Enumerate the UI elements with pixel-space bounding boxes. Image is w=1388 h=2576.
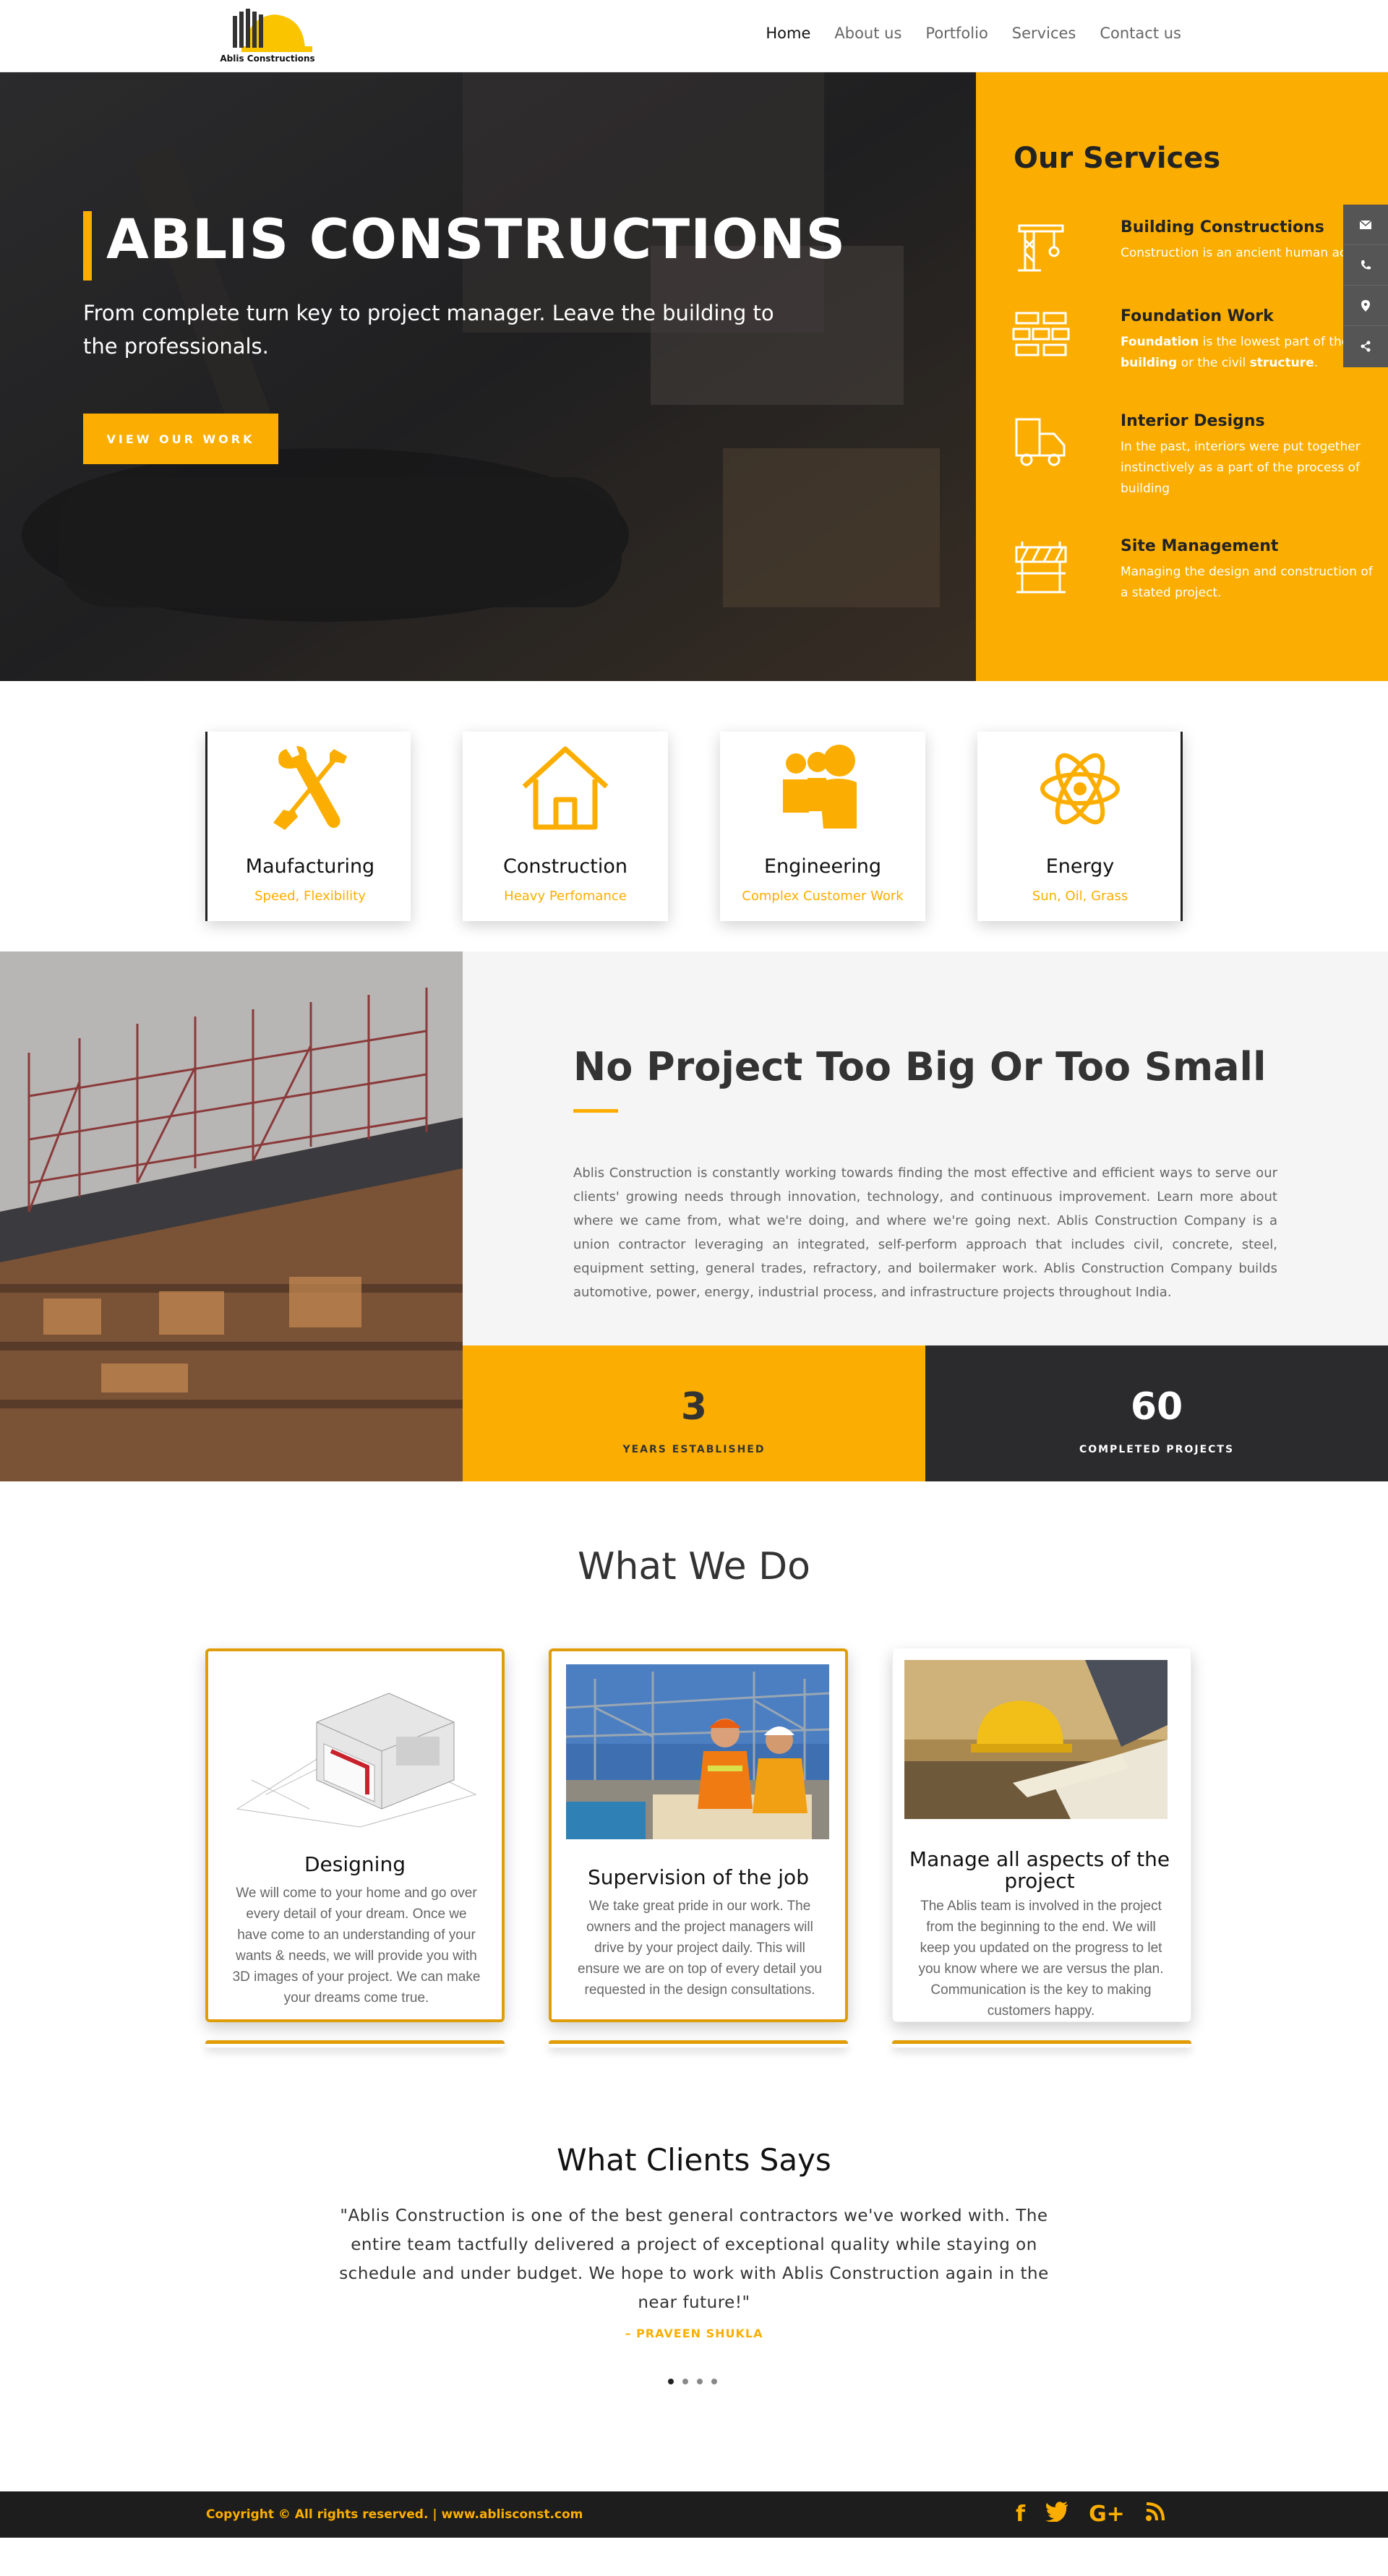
feature-card-construction[interactable]: Construction Heavy Perfomance xyxy=(463,732,668,921)
floating-contact-tabs xyxy=(1343,205,1388,367)
service-name: Building Constructions xyxy=(1121,218,1324,236)
map-pin-icon[interactable] xyxy=(1343,286,1388,326)
service-name: Foundation Work xyxy=(1121,307,1274,325)
hero-title: ABLIS CONSTRUCTIONS xyxy=(106,207,847,271)
feature-card-manufacturing[interactable]: Maufacturing Speed, Flexibility xyxy=(205,732,411,921)
twitter-icon[interactable] xyxy=(1045,2502,1068,2528)
about-title: No Project Too Big Or Too Small xyxy=(573,1044,1267,1090)
feature-card-energy[interactable]: Energy Sun, Oil, Grass xyxy=(977,732,1183,921)
card-title: Manage all aspects of the project xyxy=(909,1847,1170,1893)
card-shadow-strip xyxy=(892,2040,1191,2047)
stat-number: 60 xyxy=(1130,1385,1183,1429)
feature-title: Energy xyxy=(1045,855,1115,878)
service-desc: Foundation is the lowest part of the bui… xyxy=(1121,335,1350,370)
what-we-do-title: What We Do xyxy=(578,1545,810,1588)
feature-title: Maufacturing xyxy=(245,855,375,878)
rss-icon[interactable] xyxy=(1145,2502,1165,2528)
feature-title: Construction xyxy=(503,855,627,878)
main-nav: Home About us Portfolio Services Contact… xyxy=(766,25,1181,42)
card-designing[interactable]: Designing We will come to your home and … xyxy=(205,1648,505,2022)
stat-completed-projects: 60 COMPLETED PROJECTS xyxy=(925,1345,1388,1481)
envelope-icon[interactable] xyxy=(1343,205,1388,245)
services-title: Our Services xyxy=(1014,142,1221,175)
house-icon xyxy=(522,746,609,830)
testimonial-author: – PRAVEEN SHUKLA xyxy=(625,2327,763,2340)
testimonial-pagination xyxy=(668,2379,717,2384)
engineers-on-site-image xyxy=(566,1664,829,1839)
facebook-icon[interactable]: f xyxy=(1016,2502,1025,2528)
feature-subtitle: Sun, Oil, Grass xyxy=(1032,889,1128,904)
copyright-text: Copyright © All rights reserved. | www.a… xyxy=(206,2507,583,2522)
house-3d-design-image xyxy=(223,1664,486,1828)
stat-label: COMPLETED PROJECTS xyxy=(1079,1444,1235,1455)
service-name: Site Management xyxy=(1121,537,1279,555)
nav-portfolio[interactable]: Portfolio xyxy=(925,25,988,42)
card-shadow-strip xyxy=(205,2040,505,2047)
pagination-dot[interactable] xyxy=(711,2379,717,2384)
service-desc: In the past, interiors were put together… xyxy=(1121,440,1361,496)
stat-years-established: 3 YEARS ESTABLISHED xyxy=(463,1345,925,1481)
feature-subtitle: Speed, Flexibility xyxy=(254,889,366,904)
google-plus-icon[interactable]: G+ xyxy=(1089,2502,1125,2528)
site-footer: Copyright © All rights reserved. | www.a… xyxy=(0,2491,1388,2538)
service-name: Interior Designs xyxy=(1121,412,1265,430)
card-supervision[interactable]: Supervision of the job We take great pri… xyxy=(549,1648,848,2022)
testimonial-quote: "Ablis Construction is one of the best g… xyxy=(339,2207,1049,2312)
card-description: The Ablis team is involved in the projec… xyxy=(918,1899,1164,2019)
feature-title: Engineering xyxy=(764,855,881,878)
card-shadow-strip xyxy=(549,2040,848,2047)
team-icon xyxy=(783,745,857,829)
pagination-dot[interactable] xyxy=(668,2379,674,2384)
services-panel: Our Services Building Constructions Cons… xyxy=(976,72,1388,681)
card-description: We will come to your home and go over ev… xyxy=(232,1886,481,2006)
card-description: We take great pride in our work. The own… xyxy=(578,1899,822,1998)
service-desc: Managing the design and construction of … xyxy=(1121,565,1373,600)
card-title: Designing xyxy=(304,1852,406,1876)
feature-card-engineering[interactable]: Engineering Complex Customer Work xyxy=(720,732,925,921)
card-title: Supervision of the job xyxy=(588,1865,809,1889)
stat-number: 3 xyxy=(680,1385,708,1429)
social-links: f G+ xyxy=(1016,2502,1165,2528)
nav-about-us[interactable]: About us xyxy=(834,25,901,42)
tools-icon xyxy=(273,746,347,830)
hero-section: ABLIS CONSTRUCTIONS From complete turn k… xyxy=(0,72,976,681)
site-header: Ablis Constructions Home About us Portfo… xyxy=(0,0,1388,72)
truck-icon xyxy=(1015,418,1066,466)
nav-contact-us[interactable]: Contact us xyxy=(1100,25,1181,42)
about-section: No Project Too Big Or Too Small Ablis Co… xyxy=(463,951,1388,1345)
feature-subtitle: Complex Customer Work xyxy=(742,889,904,904)
feature-subtitle: Heavy Perfomance xyxy=(504,889,627,904)
barrier-icon xyxy=(1015,542,1067,594)
pagination-dot[interactable] xyxy=(697,2379,703,2384)
logo[interactable]: Ablis Constructions xyxy=(217,4,318,65)
about-divider xyxy=(573,1109,618,1113)
atom-icon xyxy=(1040,753,1120,825)
phone-icon[interactable] xyxy=(1343,245,1388,286)
service-desc: Construction is an ancient human activit… xyxy=(1121,246,1378,260)
logo-text: Ablis Constructions xyxy=(220,54,315,64)
share-icon[interactable] xyxy=(1343,326,1388,367)
nav-home[interactable]: Home xyxy=(766,25,810,42)
hero-excavator-image xyxy=(0,72,976,681)
about-text: Ablis Construction is constantly working… xyxy=(573,1165,1277,1300)
view-our-work-button[interactable]: VIEW OUR WORK xyxy=(83,414,278,464)
nav-services[interactable]: Services xyxy=(1012,25,1076,42)
crane-icon xyxy=(1018,224,1064,272)
helmet-and-plans-image xyxy=(904,1660,1168,1819)
card-manage-project[interactable]: Manage all aspects of the project The Ab… xyxy=(892,1648,1191,2022)
hero-accent-bar xyxy=(83,211,92,281)
scaffolding-building-image xyxy=(0,951,463,1481)
bricks-icon xyxy=(1012,312,1070,356)
pagination-dot[interactable] xyxy=(682,2379,688,2384)
hero-subtitle: From complete turn key to project manage… xyxy=(83,301,774,359)
logo-helmet-icon xyxy=(233,9,312,52)
testimonial-title: What Clients Says xyxy=(557,2142,831,2178)
stat-label: YEARS ESTABLISHED xyxy=(622,1444,766,1455)
